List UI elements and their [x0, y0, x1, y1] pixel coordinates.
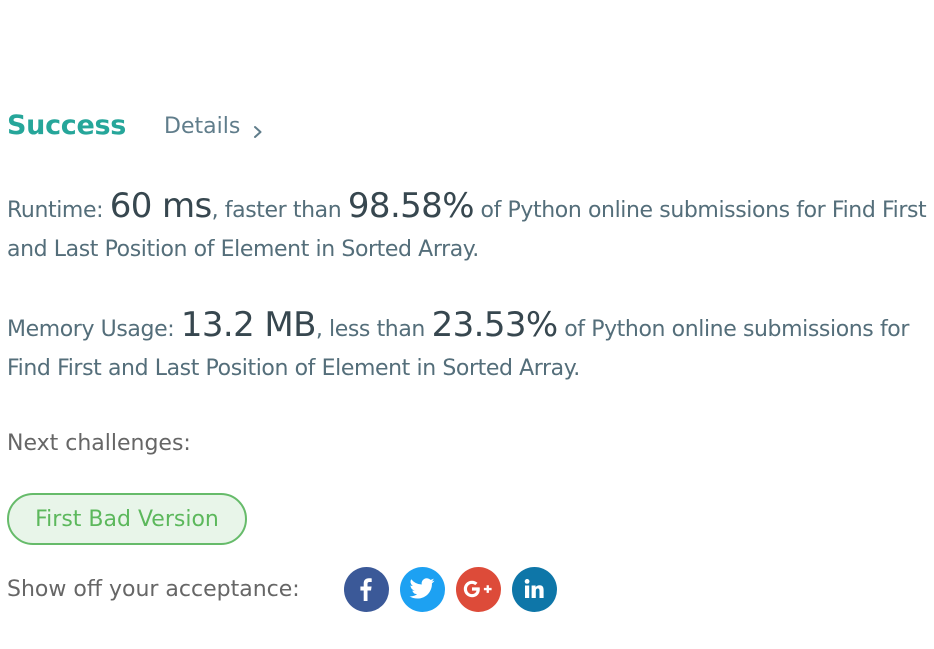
- share-label: Show off your acceptance:: [7, 576, 300, 602]
- memory-prefix: Memory Usage:: [7, 317, 181, 342]
- status-label: Success: [7, 110, 127, 141]
- runtime-prefix: Runtime:: [7, 198, 110, 223]
- next-challenge-button[interactable]: First Bad Version: [7, 493, 247, 545]
- memory-value: 13.2 MB: [180, 305, 317, 345]
- memory-stat: Memory Usage: 13.2 MB, less than 23.53% …: [7, 306, 927, 388]
- facebook-share-button[interactable]: [343, 566, 389, 612]
- share-row: Show off your acceptance:: [7, 566, 568, 612]
- google-plus-icon: [464, 580, 492, 598]
- twitter-icon: [409, 578, 435, 599]
- google-plus-share-button[interactable]: [455, 566, 501, 612]
- runtime-value: 60 ms: [109, 186, 213, 226]
- runtime-stat: Runtime: 60 ms, faster than 98.58% of Py…: [7, 187, 927, 269]
- memory-percent: 23.53%: [431, 305, 559, 345]
- twitter-share-button[interactable]: [399, 566, 445, 612]
- details-label: Details: [164, 114, 241, 139]
- memory-middle: , less than: [315, 317, 432, 342]
- next-challenges-label: Next challenges:: [7, 431, 191, 456]
- facebook-icon: [360, 578, 372, 601]
- linkedin-share-button[interactable]: [511, 566, 557, 612]
- details-link[interactable]: Details: [164, 114, 264, 139]
- runtime-middle: , faster than: [211, 198, 348, 223]
- runtime-percent: 98.58%: [347, 186, 475, 226]
- chevron-right-icon: [252, 120, 264, 138]
- linkedin-icon: [524, 579, 544, 598]
- result-header: Success Details: [7, 110, 264, 141]
